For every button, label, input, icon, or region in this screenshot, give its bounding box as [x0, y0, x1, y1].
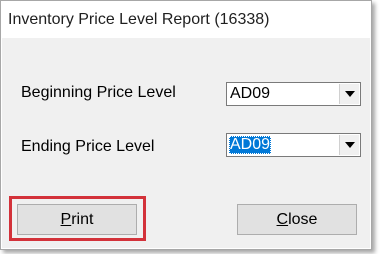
close-label: lose: [288, 210, 318, 228]
chevron-down-icon: [344, 91, 355, 97]
beginning-price-level-value: AD09: [230, 85, 271, 102]
beginning-price-level-dropdown[interactable]: AD09: [226, 82, 361, 106]
ending-price-level-dropdown[interactable]: AD09: [226, 133, 361, 157]
beginning-dropdown-button[interactable]: [339, 84, 359, 104]
window-title: Inventory Price Level Report (16338): [8, 10, 270, 28]
beginning-price-level-label: Beginning Price Level: [21, 84, 176, 101]
close-button[interactable]: Close: [237, 204, 357, 235]
title-bar[interactable]: Inventory Price Level Report (16338): [1, 1, 371, 38]
print-mnemonic: P: [60, 210, 72, 228]
print-button[interactable]: Print: [17, 204, 137, 235]
report-dialog: Inventory Price Level Report (16338) Beg…: [0, 0, 372, 250]
dialog-body: Beginning Price Level AD09 Ending Price …: [2, 38, 370, 248]
chevron-down-icon: [344, 142, 355, 148]
print-label: rint: [71, 210, 94, 228]
ending-price-level-label: Ending Price Level: [21, 138, 155, 155]
close-mnemonic: C: [276, 210, 289, 228]
ending-price-level-value: AD09: [229, 136, 272, 154]
ending-dropdown-button[interactable]: [339, 135, 359, 155]
